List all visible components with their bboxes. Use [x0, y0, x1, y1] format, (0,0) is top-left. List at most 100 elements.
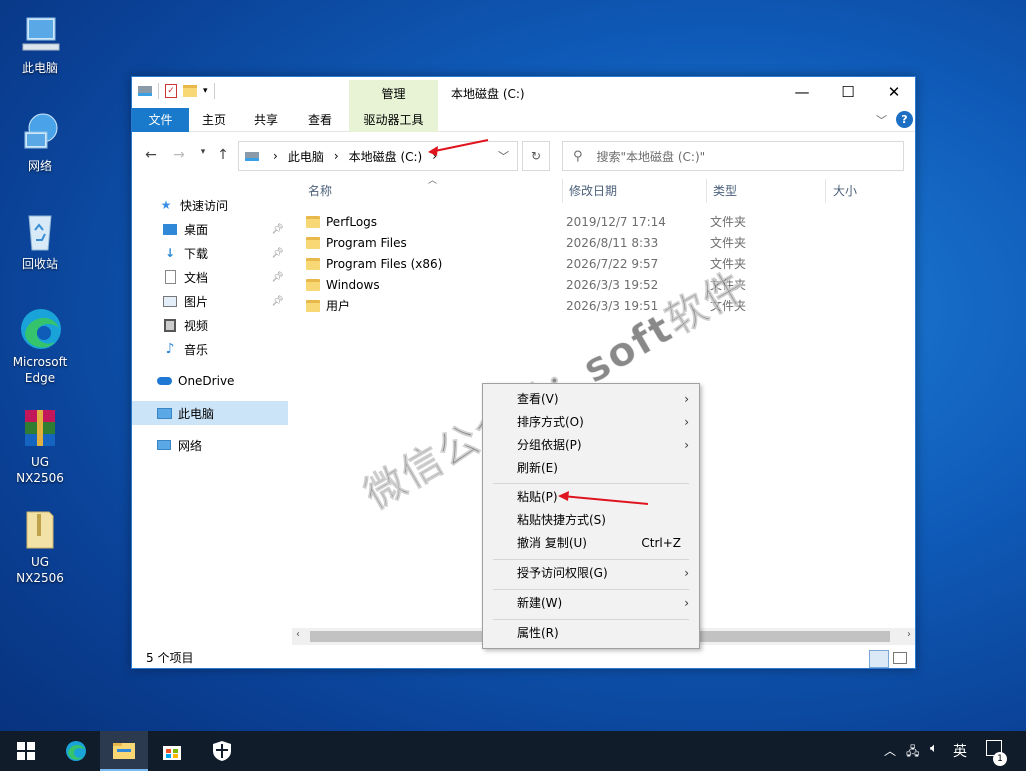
window-title: 本地磁盘 (C:)	[451, 87, 525, 101]
desktop-icon-network[interactable]: 网络	[6, 110, 74, 174]
column-header-name[interactable]: 名称	[308, 177, 332, 205]
refresh-button[interactable]: ↻	[522, 141, 550, 171]
menu-item-refresh[interactable]: 刷新(E)	[483, 457, 699, 480]
nav-quick-access[interactable]: ★ 快速访问	[132, 193, 288, 217]
desktop-icon-ug-folder[interactable]: UG NX2506	[6, 506, 74, 586]
network-icon	[156, 437, 172, 453]
nav-item-videos[interactable]: 视频	[132, 313, 288, 337]
tab-manage[interactable]: 管理	[349, 80, 438, 108]
title-bar: ✓ ▾ 管理 本地磁盘 (C:) — ☐ ✕	[132, 77, 915, 108]
expand-ribbon-icon[interactable]: ﹀	[876, 112, 887, 128]
back-icon[interactable]: ←	[142, 147, 160, 165]
pin-icon[interactable]: 📌︎	[271, 296, 284, 307]
breadcrumb-separator-icon[interactable]: ›	[334, 149, 339, 163]
breadcrumb-separator-icon[interactable]: ›	[273, 149, 278, 163]
edge-icon	[17, 306, 63, 352]
pin-icon[interactable]: 📌︎	[271, 248, 284, 259]
nav-item-music[interactable]: ♪ 音乐	[132, 337, 288, 361]
address-bar[interactable]: › 此电脑 › 本地磁盘 (C:) › ﹀	[238, 141, 518, 171]
pin-icon[interactable]: 📌︎	[271, 224, 284, 235]
column-header-modified[interactable]: 修改日期	[569, 177, 617, 205]
menu-item-group[interactable]: 分组依据(P) ›	[483, 434, 699, 457]
column-divider[interactable]	[562, 179, 563, 203]
tab-drive-tools[interactable]: 驱动器工具	[349, 108, 438, 132]
breadcrumb-this-pc[interactable]: 此电脑	[288, 148, 324, 165]
menu-item-undo[interactable]: 撤消 复制(U) Ctrl+Z	[483, 532, 699, 555]
network-icon	[17, 110, 63, 156]
close-button[interactable]: ✕	[871, 77, 917, 107]
file-row[interactable]: Program Files (x86) 2026/7/22 9:57 文件夹	[306, 253, 906, 274]
tab-share[interactable]: 共享	[244, 108, 288, 132]
nav-item-desktop[interactable]: 桌面 📌︎	[132, 217, 288, 241]
menu-item-grant-access[interactable]: 授予访问权限(G) ›	[483, 562, 699, 585]
nav-item-documents[interactable]: 文档 📌︎	[132, 265, 288, 289]
menu-item-paste[interactable]: 粘贴(P)	[483, 486, 699, 509]
desktop-icon-recycle-bin[interactable]: 回收站	[6, 208, 74, 272]
taskbar-explorer[interactable]	[100, 731, 148, 771]
taskbar-store[interactable]	[148, 731, 196, 771]
column-header-type[interactable]: 类型	[713, 177, 737, 205]
new-folder-icon[interactable]	[183, 85, 197, 97]
file-row[interactable]: Program Files 2026/8/11 8:33 文件夹	[306, 232, 906, 253]
show-hidden-icons[interactable]: ︿	[884, 742, 896, 759]
column-header-size[interactable]: 大小	[833, 177, 857, 205]
submenu-arrow-icon: ›	[684, 438, 689, 452]
column-divider[interactable]	[825, 179, 826, 203]
menu-item-paste-shortcut[interactable]: 粘贴快捷方式(S)	[483, 509, 699, 532]
submenu-arrow-icon: ›	[684, 392, 689, 406]
file-date: 2019/12/7 17:14	[566, 214, 666, 229]
file-name: PerfLogs	[326, 214, 378, 229]
desktop-icon-edge[interactable]: Microsoft Edge	[6, 306, 74, 386]
pin-icon[interactable]: 📌︎	[271, 272, 284, 283]
volume-icon[interactable]: 🔈︎	[930, 741, 938, 756]
help-icon[interactable]: ?	[896, 111, 913, 128]
scroll-right-icon[interactable]: ›	[907, 629, 911, 640]
details-view-icon[interactable]	[869, 650, 889, 668]
divider	[213, 83, 215, 99]
maximize-button[interactable]: ☐	[825, 77, 871, 107]
desktop-icon-ug-rar[interactable]: UG NX2506	[6, 406, 74, 486]
scroll-left-icon[interactable]: ‹	[296, 629, 300, 640]
file-row[interactable]: 用户 2026/3/3 19:51 文件夹	[306, 295, 906, 316]
breadcrumb-separator-icon[interactable]: ›	[432, 149, 437, 163]
input-language[interactable]: 英	[953, 741, 967, 761]
minimize-button[interactable]: —	[779, 77, 825, 107]
ribbon-tabs: 文件 主页 共享 查看 驱动器工具 ﹀ ?	[132, 108, 915, 132]
start-button[interactable]	[2, 731, 50, 771]
column-divider[interactable]	[706, 179, 707, 203]
search-input[interactable]: ⚲ 搜索"本地磁盘 (C:)"	[562, 141, 904, 171]
qat-dropdown-icon[interactable]: ▾	[203, 86, 208, 96]
navigation-pane: ★ 快速访问 桌面 📌︎ ↓ 下载 📌︎ 文档 📌︎ 图片 📌︎ 视频 ♪ 音乐…	[132, 177, 290, 647]
folder-zip-icon	[17, 506, 63, 552]
nav-network[interactable]: 网络	[132, 433, 288, 457]
menu-item-sort[interactable]: 排序方式(O) ›	[483, 411, 699, 434]
shortcut-label: Ctrl+Z	[641, 536, 681, 550]
file-row[interactable]: PerfLogs 2019/12/7 17:14 文件夹	[306, 211, 906, 232]
tab-file[interactable]: 文件	[132, 108, 189, 132]
up-icon[interactable]: ↑	[214, 147, 232, 165]
nav-onedrive[interactable]: OneDrive	[132, 369, 288, 393]
properties-icon[interactable]: ✓	[165, 84, 177, 98]
folder-icon	[306, 299, 320, 312]
tab-home[interactable]: 主页	[192, 108, 236, 132]
folder-icon	[306, 257, 320, 270]
breadcrumb-local-disk[interactable]: 本地磁盘 (C:)	[349, 148, 423, 165]
menu-item-new[interactable]: 新建(W) ›	[483, 592, 699, 615]
nav-item-pictures[interactable]: 图片 📌︎	[132, 289, 288, 313]
forward-icon[interactable]: →	[170, 147, 188, 165]
taskbar-edge[interactable]	[52, 731, 100, 771]
recent-locations-icon[interactable]: ▾	[194, 147, 212, 165]
menu-item-properties[interactable]: 属性(R)	[483, 622, 699, 645]
desktop-icon-this-pc[interactable]: 此电脑	[6, 12, 74, 76]
tab-view[interactable]: 查看	[298, 108, 342, 132]
nav-item-downloads[interactable]: ↓ 下载 📌︎	[132, 241, 288, 265]
taskbar: ︿ 🖧︎ 🔈︎ 英 1	[0, 731, 1026, 771]
large-icons-view-icon[interactable]	[893, 652, 907, 664]
nav-this-pc[interactable]: 此电脑	[132, 401, 288, 425]
address-dropdown-icon[interactable]: ﹀	[498, 148, 509, 164]
search-placeholder: 搜索"本地磁盘 (C:)"	[596, 149, 706, 164]
menu-item-view[interactable]: 查看(V) ›	[483, 388, 699, 411]
network-status-icon[interactable]: 🖧︎	[906, 742, 919, 763]
file-row[interactable]: Windows 2026/3/3 19:52 文件夹	[306, 274, 906, 295]
taskbar-security[interactable]	[198, 731, 246, 771]
